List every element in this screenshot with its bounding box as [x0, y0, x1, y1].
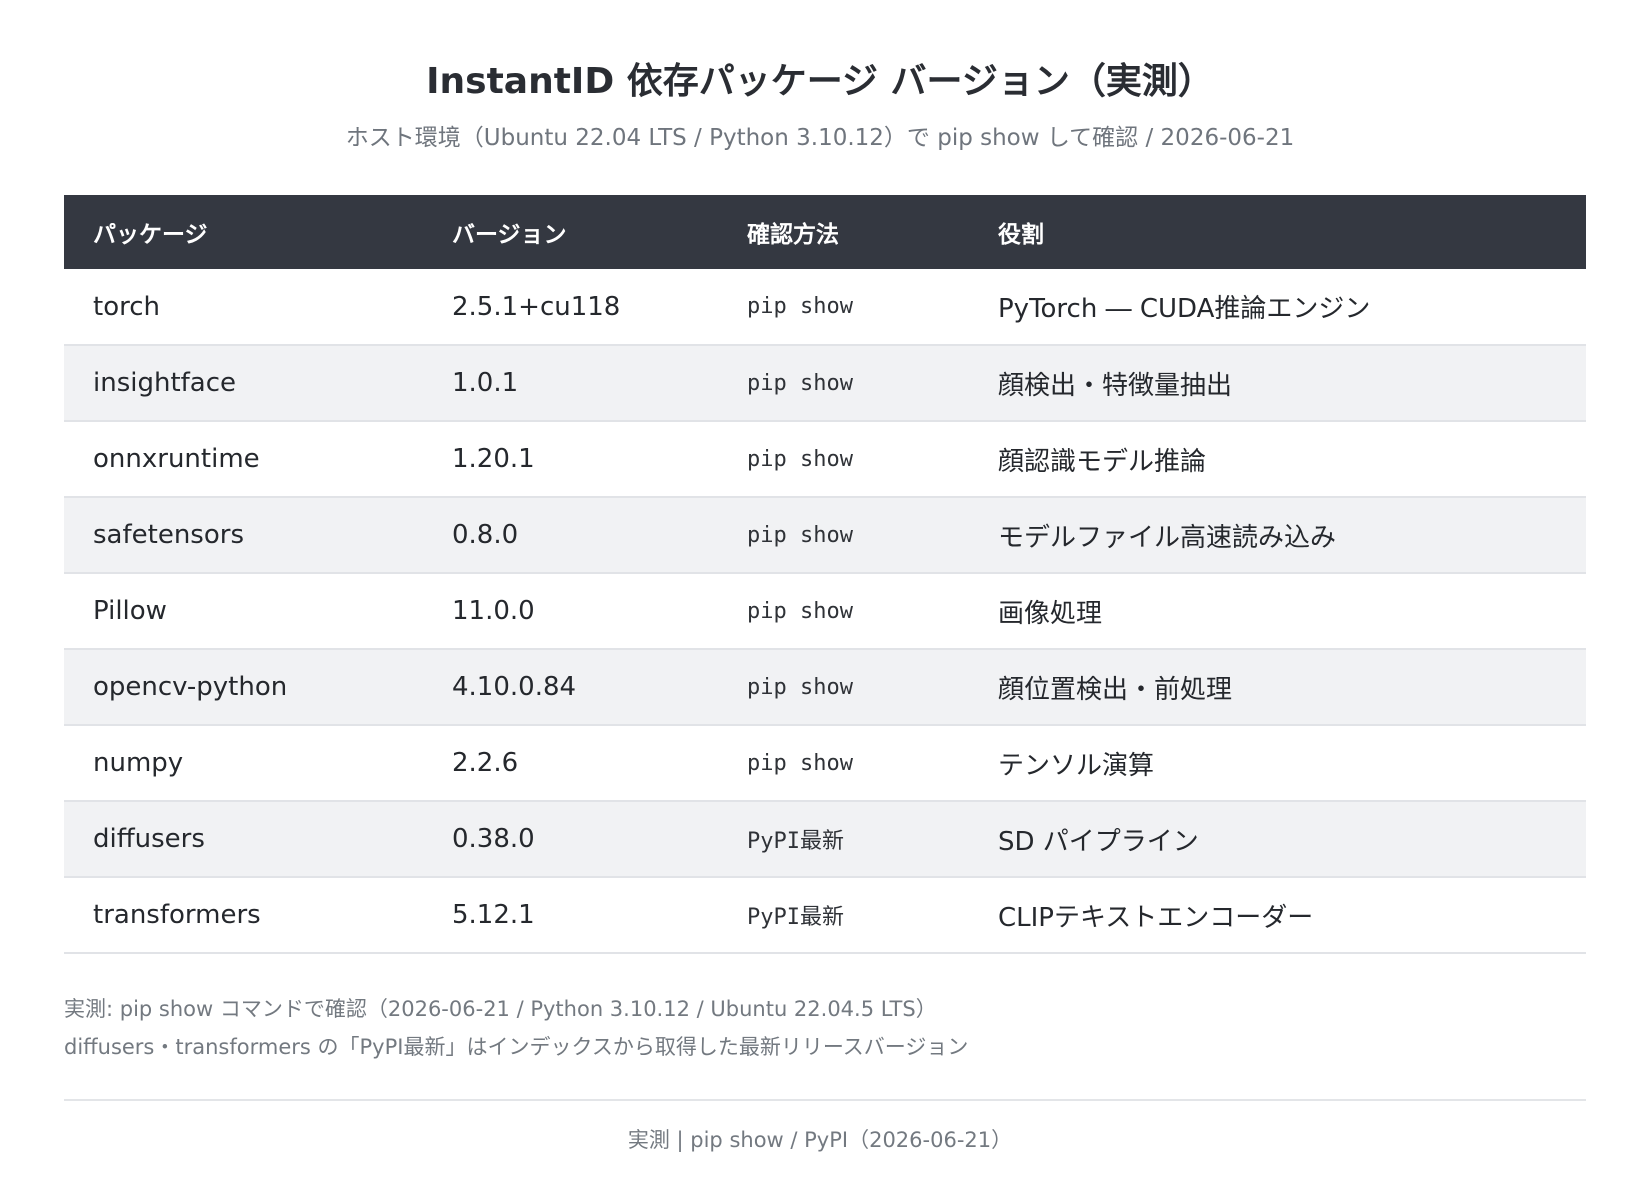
method-cell: pip show [718, 649, 969, 726]
role-cell: 顔位置検出・前処理 [969, 649, 1586, 726]
table-row: opencv-python 4.10.0.84 pip show 顔位置検出・前… [64, 649, 1586, 726]
package-name-cell: onnxruntime [64, 421, 423, 498]
role-cell: テンソル演算 [969, 725, 1586, 802]
role-cell: 顔認識モデル推論 [969, 421, 1586, 498]
version-cell: 5.12.1 [423, 877, 718, 954]
page: InstantID 依存パッケージ バージョン（実測） ホスト環境（Ubuntu… [0, 0, 1640, 1188]
table-row: torch 2.5.1+cu118 pip show PyTorch ― CUD… [64, 269, 1586, 346]
column-header-package: パッケージ [93, 222, 208, 248]
column-header-version: バージョン [452, 222, 567, 248]
method-cell: pip show [718, 421, 969, 498]
page-title: InstantID 依存パッケージ バージョン（実測） [426, 61, 1214, 102]
table-row: transformers 5.12.1 PyPI最新 CLIPテキストエンコーダ… [64, 877, 1586, 954]
column-header-role: 役割 [998, 222, 1044, 248]
version-cell: 2.2.6 [423, 725, 718, 802]
table-row: diffusers 0.38.0 PyPI最新 SD パイプライン [64, 801, 1586, 878]
page-subtitle: ホスト環境（Ubuntu 22.04 LTS / Python 3.10.12）… [345, 125, 1295, 151]
table-notes: 実測: pip show コマンドで確認（2026-06-21 / Python… [64, 990, 1586, 1066]
role-cell: CLIPテキストエンコーダー [969, 877, 1586, 954]
package-name-cell: opencv-python [64, 649, 423, 726]
package-name-cell: diffusers [64, 801, 423, 878]
package-name-cell: numpy [64, 725, 423, 802]
role-cell: SD パイプライン [969, 801, 1586, 878]
table-row: safetensors 0.8.0 pip show モデルファイル高速読み込み [64, 497, 1586, 574]
version-cell: 1.20.1 [423, 421, 718, 498]
note-pypi-latest: diffusers・transformers の「PyPI最新」はインデックスか… [64, 1035, 969, 1059]
table-row: numpy 2.2.6 pip show テンソル演算 [64, 725, 1586, 802]
version-cell: 4.10.0.84 [423, 649, 718, 726]
table-header-row: パッケージ バージョン 確認方法 役割 [64, 195, 1586, 269]
version-cell: 0.8.0 [423, 497, 718, 574]
method-cell: pip show [718, 497, 969, 574]
package-name-cell: safetensors [64, 497, 423, 574]
table-row: insightface 1.0.1 pip show 顔検出・特徴量抽出 [64, 345, 1586, 422]
package-name-cell: torch [64, 269, 423, 346]
version-cell: 1.0.1 [423, 345, 718, 422]
method-cell: PyPI最新 [718, 801, 969, 878]
source-footer: 実測 | pip show / PyPI（2026-06-21） [627, 1128, 1013, 1152]
column-header-method: 確認方法 [747, 222, 839, 248]
table-row: Pillow 11.0.0 pip show 画像処理 [64, 573, 1586, 650]
table-row: onnxruntime 1.20.1 pip show 顔認識モデル推論 [64, 421, 1586, 498]
footer-divider [64, 1099, 1586, 1101]
method-cell: PyPI最新 [718, 877, 969, 954]
package-name-cell: Pillow [64, 573, 423, 650]
method-cell: pip show [718, 345, 969, 422]
version-cell: 0.38.0 [423, 801, 718, 878]
package-name-cell: transformers [64, 877, 423, 954]
version-cell: 2.5.1+cu118 [423, 269, 718, 346]
method-cell: pip show [718, 573, 969, 650]
note-measurement: 実測: pip show コマンドで確認（2026-06-21 / Python… [64, 997, 937, 1021]
package-name-cell: insightface [64, 345, 423, 422]
version-cell: 11.0.0 [423, 573, 718, 650]
role-cell: 画像処理 [969, 573, 1586, 650]
role-cell: 顔検出・特徴量抽出 [969, 345, 1586, 422]
package-table: パッケージ バージョン 確認方法 役割 torch 2.5.1+cu118 pi… [64, 195, 1586, 954]
method-cell: pip show [718, 269, 969, 346]
method-cell: pip show [718, 725, 969, 802]
role-cell: PyTorch ― CUDA推論エンジン [969, 269, 1586, 346]
role-cell: モデルファイル高速読み込み [969, 497, 1586, 574]
